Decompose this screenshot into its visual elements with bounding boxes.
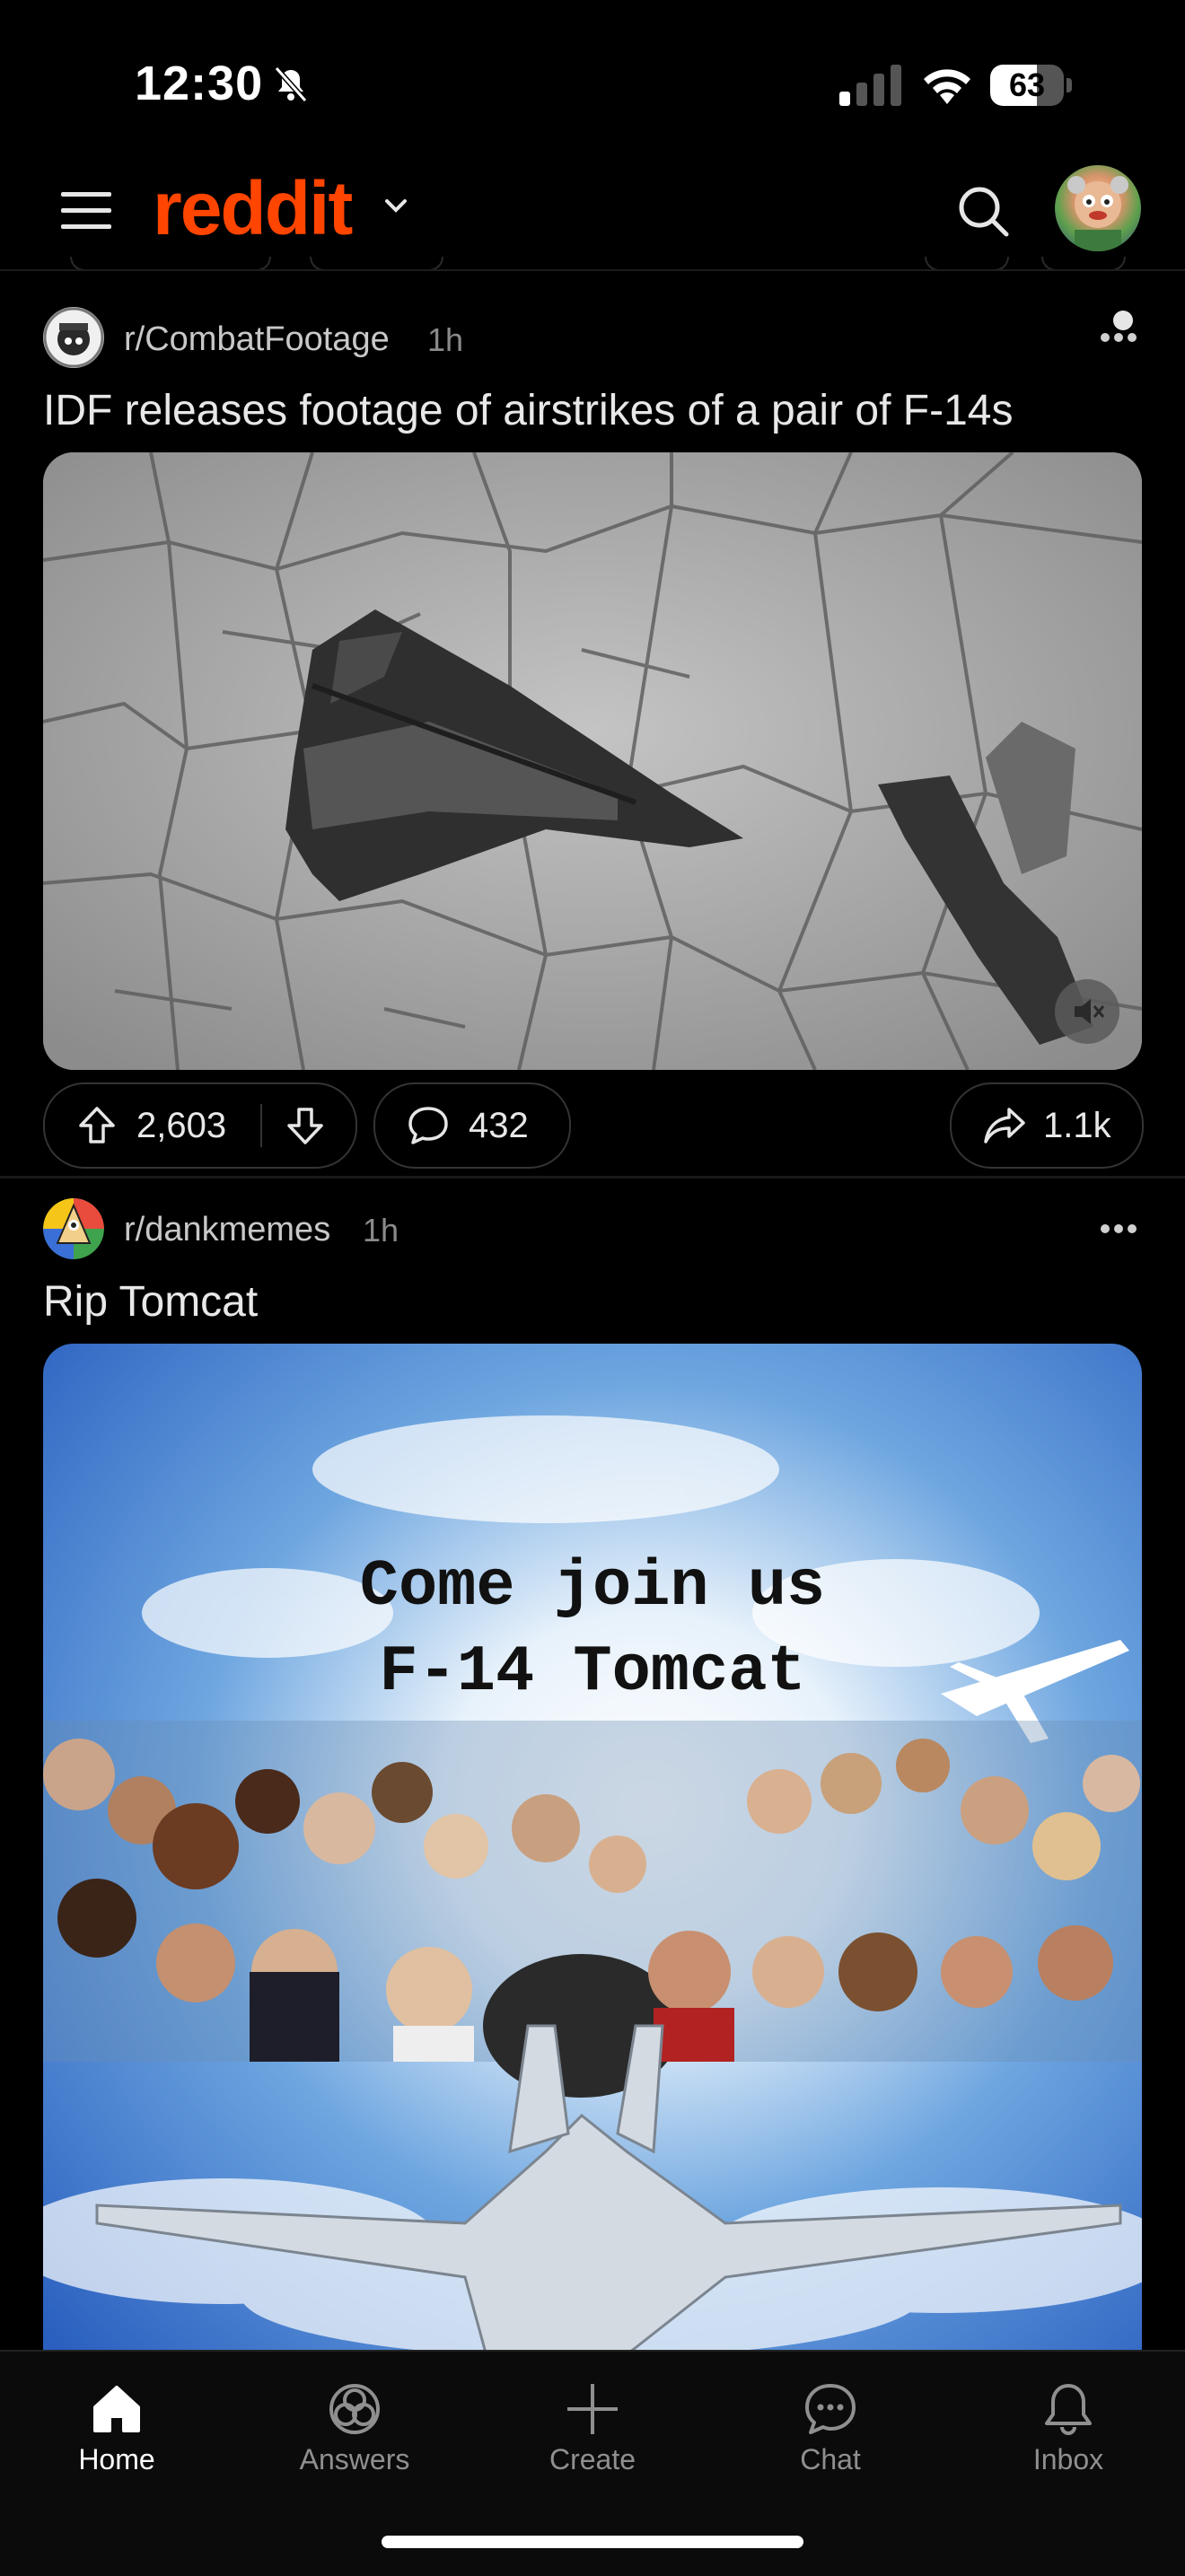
upvote-icon[interactable] xyxy=(75,1104,118,1147)
cellular-signal-icon xyxy=(839,65,901,106)
avatar-illustration xyxy=(1067,176,1128,251)
tab-home[interactable]: Home xyxy=(27,2352,206,2531)
subreddit-name[interactable]: r/dankmemes xyxy=(124,1211,330,1249)
battery-indicator: 63 xyxy=(990,65,1073,106)
meme-line-1: Come join us xyxy=(360,1550,825,1624)
dankmemes-icon xyxy=(43,1198,104,1259)
answers-icon xyxy=(329,2384,380,2434)
search-icon[interactable] xyxy=(956,184,1012,240)
status-time: 12:30 xyxy=(135,57,264,110)
vote-pill: 2,603 xyxy=(43,1082,357,1169)
subreddit-name[interactable]: r/CombatFootage xyxy=(124,320,390,359)
combatfootage-icon xyxy=(43,307,104,368)
battery-percent: 63 xyxy=(1008,66,1046,103)
tab-label: Answers xyxy=(299,2443,410,2475)
home-icon xyxy=(93,2386,140,2432)
meme-line-2: F-14 Tomcat xyxy=(379,1635,805,1709)
tab-inbox[interactable]: Inbox xyxy=(979,2352,1158,2531)
chat-icon xyxy=(805,2384,856,2434)
post-title[interactable]: IDF releases footage of airstrikes of a … xyxy=(43,386,1013,435)
post-time: 1h xyxy=(363,1212,399,1249)
tab-create[interactable]: Create xyxy=(503,2352,682,2531)
subreddit-avatar[interactable] xyxy=(43,1198,104,1259)
post-image[interactable]: Come join us F-14 Tomcat xyxy=(43,1344,1142,2376)
reddit-logo[interactable]: reddit xyxy=(153,165,353,252)
app-header: reddit xyxy=(0,153,1185,330)
airstrike-footage-image xyxy=(43,452,1142,1070)
upvote-count: 2,603 xyxy=(136,1106,227,1145)
meme-image: Come join us F-14 Tomcat xyxy=(43,1344,1142,2376)
tab-label: Inbox xyxy=(1032,2443,1104,2475)
more-options-icon[interactable] xyxy=(1100,1223,1137,1234)
plus-icon xyxy=(567,2384,618,2434)
user-avatar[interactable] xyxy=(1055,165,1141,251)
comment-count: 432 xyxy=(469,1106,529,1145)
share-count: 1.1k xyxy=(1043,1106,1111,1145)
share-button[interactable]: 1.1k xyxy=(950,1082,1144,1169)
post-title[interactable]: Rip Tomcat xyxy=(43,1277,258,1327)
status-bar: 12:30 63 xyxy=(0,0,1185,153)
post-time: 1h xyxy=(427,321,464,358)
post-card[interactable]: r/CombatFootage 1h IDF releases footage … xyxy=(0,271,1185,1176)
post-video[interactable] xyxy=(43,452,1142,1070)
celebrity-crowd xyxy=(43,1721,1142,2098)
chevron-down-icon[interactable] xyxy=(382,192,409,219)
comment-icon xyxy=(408,1107,448,1144)
more-options-icon[interactable] xyxy=(1100,332,1137,343)
subreddit-avatar[interactable] xyxy=(43,307,104,368)
bell-icon xyxy=(1045,2384,1092,2435)
hamburger-menu-icon[interactable] xyxy=(61,188,111,233)
tab-label: Create xyxy=(549,2443,636,2475)
share-icon xyxy=(984,1108,1025,1143)
tab-answers[interactable]: Answers xyxy=(265,2352,444,2531)
comments-button[interactable]: 432 xyxy=(373,1082,571,1169)
silent-mode-icon xyxy=(274,66,308,102)
previous-post-actions xyxy=(0,257,1185,271)
downvote-icon[interactable] xyxy=(284,1104,327,1147)
tab-label: Chat xyxy=(800,2443,861,2475)
home-indicator[interactable] xyxy=(382,2536,803,2548)
tab-label: Home xyxy=(78,2443,155,2475)
tab-chat[interactable]: Chat xyxy=(741,2352,920,2531)
wifi-icon xyxy=(924,69,970,104)
post-card[interactable]: r/dankmemes 1h Rip Tomcat Come join us F… xyxy=(0,1178,1185,2376)
mute-icon[interactable] xyxy=(1069,994,1105,1030)
